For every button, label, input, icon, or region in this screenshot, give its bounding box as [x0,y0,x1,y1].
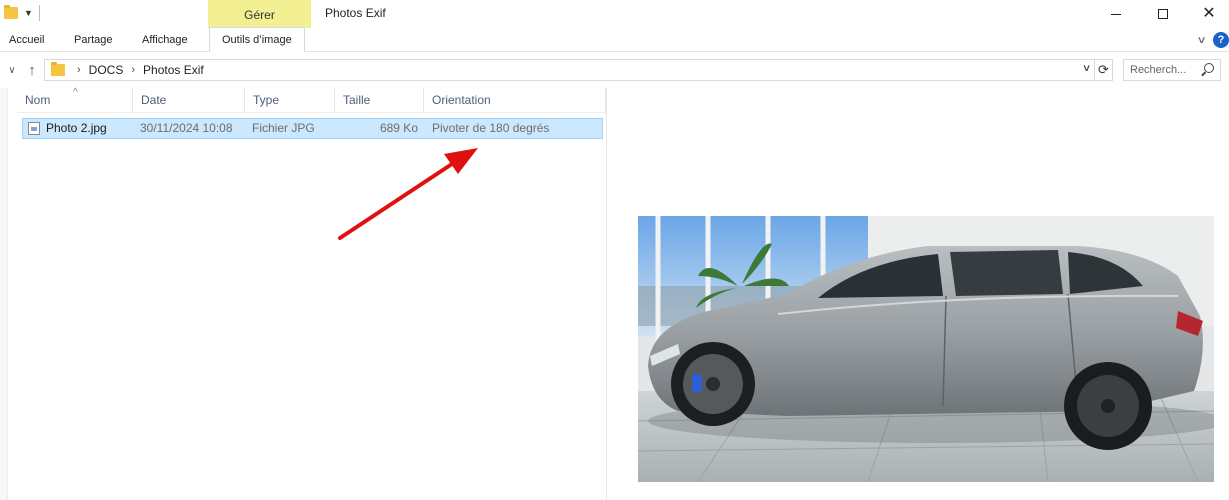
search-placeholder: Recherch... [1130,64,1187,76]
annotation-arrow [338,148,478,240]
search-icon[interactable] [1204,63,1214,73]
address-dropdown-icon[interactable]: ∨ [1082,63,1092,74]
breadcrumb-docs[interactable]: DOCS [89,63,124,77]
file-type: Fichier JPG [252,121,315,135]
breadcrumb-chevron-icon[interactable]: › [131,64,135,76]
column-header-type[interactable]: Type [245,88,335,113]
jpg-file-icon [28,122,40,135]
maximize-button[interactable] [1140,0,1186,28]
column-headers: Nom ^ Date Type Taille Orientation [17,87,606,113]
minimize-button[interactable] [1093,0,1139,28]
address-bar[interactable]: › DOCS › Photos Exif ∨ [44,59,1095,81]
annotation-arrow-shaft [338,158,460,240]
expand-ribbon-chevron-icon[interactable]: ∨ [1196,35,1206,46]
breadcrumb-photos-exif[interactable]: Photos Exif [143,63,204,77]
breadcrumb-chevron-icon[interactable]: › [77,64,81,76]
ribbon-tabs: Accueil Partage Affichage Outils d’image… [0,27,1229,52]
file-list: Nom ^ Date Type Taille Orientation Photo… [17,87,607,500]
help-icon[interactable]: ? [1213,32,1229,48]
annotation-arrowhead [444,148,478,174]
file-row[interactable]: Photo 2.jpg 30/11/2024 10:08 Fichier JPG… [22,118,603,139]
column-label-name: Nom [25,93,51,107]
file-date: 30/11/2024 10:08 [140,121,233,135]
up-arrow-icon[interactable]: ↑ [24,60,40,80]
close-icon: ✕ [1202,5,1216,22]
tab-affichage[interactable]: Affichage [142,28,188,52]
folder-icon[interactable] [4,5,18,19]
context-tab-manage[interactable]: Gérer [208,0,311,28]
refresh-icon[interactable]: ⟳ [1095,59,1113,81]
car-photo-image [638,216,1214,482]
file-orientation: Pivoter de 180 degrés [432,121,550,135]
navigation-bar: ∨ ↑ › DOCS › Photos Exif ∨ ⟳ Recherch... [0,56,1229,84]
minimize-icon [1111,13,1121,15]
search-input[interactable]: Recherch... [1123,59,1221,81]
column-header-date[interactable]: Date [133,88,245,113]
recent-locations-chevron-icon[interactable]: ∨ [6,60,18,80]
column-header-name[interactable]: Nom ^ [17,87,133,113]
window-title: Photos Exif [325,6,386,20]
tab-accueil[interactable]: Accueil [9,28,44,52]
maximize-icon [1158,9,1168,19]
qat-dropdown-icon[interactable]: ▼ [24,8,33,18]
column-header-orientation[interactable]: Orientation [424,88,606,113]
image-preview [638,216,1214,482]
tab-partage[interactable]: Partage [74,28,113,52]
close-button[interactable]: ✕ [1186,0,1229,28]
file-size: 689 Ko [379,121,418,135]
qat-separator [38,5,40,21]
sort-ascending-icon: ^ [73,87,78,98]
title-bar: ▼ Gérer Photos Exif ✕ [0,0,1229,28]
preview-pane-splitter[interactable] [606,88,607,500]
address-folder-icon [51,62,65,76]
column-header-size[interactable]: Taille [335,88,424,113]
quick-access-toolbar: ▼ [4,5,40,21]
navigation-pane-edge[interactable] [0,88,8,500]
tab-outils-image[interactable]: Outils d’image [209,27,305,52]
ribbon-right-controls: ∨ ? [1196,28,1229,52]
file-name: Photo 2.jpg [46,121,107,135]
